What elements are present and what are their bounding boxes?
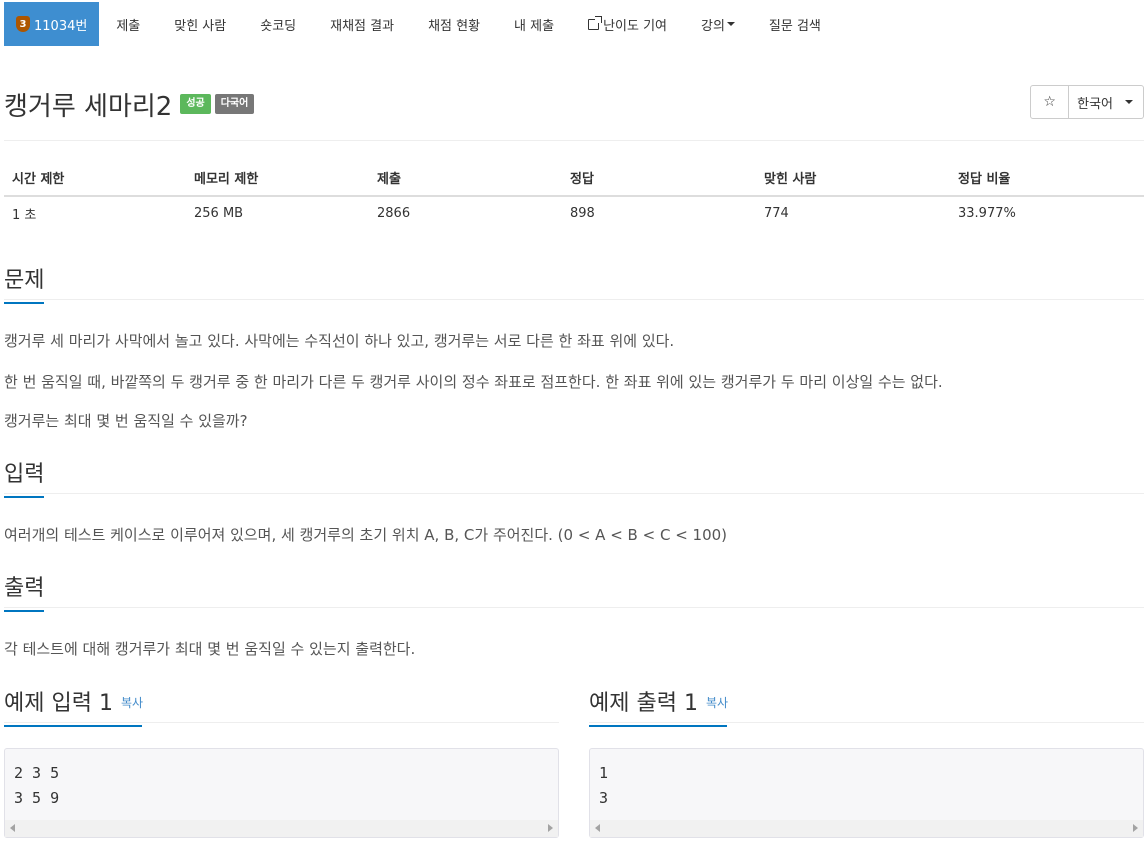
description-paragraph-1: 캥거루 세 마리가 사막에서 놀고 있다. 사막에는 수직선이 하나 있고, 캥… (4, 332, 675, 350)
table-row: 1 초 256 MB 2866 898 774 33.977% (4, 196, 1144, 230)
divider (4, 607, 1144, 608)
horizontal-scrollbar[interactable] (590, 820, 1143, 837)
heading-underline (4, 496, 44, 498)
caret-down-icon (726, 22, 735, 26)
solvers-value[interactable]: 774 (756, 196, 950, 230)
language-label: 한국어 (1077, 96, 1113, 112)
nav-solvers[interactable]: 맞힌 사람 (157, 2, 243, 46)
input-heading-text: 입력 (4, 462, 45, 487)
copy-output-button[interactable]: 복사 (706, 696, 728, 710)
header-ratio: 정답 비율 (950, 160, 1144, 197)
sample-output-heading: 예제 출력 1 복사 (589, 685, 728, 727)
divider (4, 493, 1144, 494)
star-icon: ☆ (1043, 94, 1056, 110)
header-submissions: 제출 (369, 160, 562, 197)
scroll-left-icon[interactable] (595, 824, 600, 832)
input-paragraph: 여러개의 테스트 케이스로 이루어져 있으며, 세 캥거루의 초기 위치 A, … (4, 526, 728, 544)
problem-info-table: 시간 제한 메모리 제한 제출 정답 맞힌 사람 정답 비율 1 초 256 M… (4, 160, 1144, 230)
nav-problem-label: 11034번 (34, 18, 88, 34)
nav-lecture-label: 강의 (701, 18, 725, 34)
divider (4, 722, 559, 723)
problem-nav: 3 11034번 제출 맞힌 사람 숏코딩 재채점 결과 채점 현황 내 제출 … (4, 2, 838, 46)
page-title: 캥거루 세마리2 (4, 91, 173, 122)
scroll-right-icon[interactable] (548, 824, 553, 832)
scroll-left-icon[interactable] (10, 824, 15, 832)
header-memory-limit: 메모리 제한 (186, 160, 369, 197)
star-button[interactable]: ☆ (1030, 85, 1070, 119)
title-actions: ☆ 한국어 (1030, 85, 1144, 119)
time-limit-value: 1 초 (12, 208, 37, 223)
nav-problem-tab[interactable]: 3 11034번 (4, 2, 100, 46)
divider (589, 722, 1144, 723)
ratio-value: 33.977% (958, 206, 1016, 221)
output-paragraph: 각 테스트에 대해 캥거루가 최대 몇 번 움직일 수 있는지 출력한다. (4, 640, 416, 658)
table-header-row: 시간 제한 메모리 제한 제출 정답 맞힌 사람 정답 비율 (4, 160, 1144, 197)
header-accepted: 정답 (562, 160, 756, 197)
header-time-limit: 시간 제한 (4, 160, 186, 197)
accepted-value: 898 (570, 206, 595, 221)
horizontal-scrollbar[interactable] (5, 820, 558, 837)
nav-rejudge[interactable]: 재채점 결과 (313, 2, 411, 46)
external-link-icon (588, 15, 603, 30)
sample-output-box[interactable]: 1 3 (589, 748, 1144, 838)
heading-underline (4, 725, 142, 727)
divider (4, 299, 1144, 300)
divider (4, 140, 1144, 141)
sample-output-heading-text: 예제 출력 1 (589, 691, 698, 716)
header-solvers: 맞힌 사람 (756, 160, 950, 197)
output-heading: 출력 (4, 570, 45, 612)
nav-status[interactable]: 채점 현황 (411, 2, 497, 46)
memory-limit-value: 256 MB (194, 206, 244, 221)
tier-badge-icon: 3 (16, 16, 30, 32)
nav-difficulty-label: 난이도 기여 (603, 18, 667, 34)
description-heading-text: 문제 (4, 268, 45, 293)
sample-input-box[interactable]: 2 3 5 3 5 9 (4, 748, 559, 838)
sample-input-heading-text: 예제 입력 1 (4, 691, 113, 716)
heading-underline (4, 302, 44, 304)
heading-underline (4, 610, 44, 612)
description-heading: 문제 (4, 262, 45, 304)
sample-output-text[interactable]: 1 3 (590, 749, 1143, 823)
nav-difficulty[interactable]: 난이도 기여 (571, 2, 684, 46)
heading-underline (589, 725, 727, 727)
status-badge-multilang: 다국어 (214, 94, 255, 114)
nav-lecture-dropdown[interactable]: 강의 (684, 2, 752, 46)
output-heading-text: 출력 (4, 576, 45, 601)
sample-input-text[interactable]: 2 3 5 3 5 9 (5, 749, 558, 823)
nav-question-search[interactable]: 질문 검색 (752, 2, 838, 46)
input-heading: 입력 (4, 456, 45, 498)
scroll-right-icon[interactable] (1133, 824, 1138, 832)
language-select[interactable]: 한국어 (1069, 85, 1144, 119)
nav-submit[interactable]: 제출 (99, 2, 157, 46)
title-row: 캥거루 세마리2 성공 다국어 ☆ 한국어 (4, 85, 1144, 122)
nav-my-submissions[interactable]: 내 제출 (497, 2, 571, 46)
sample-input-heading: 예제 입력 1 복사 (4, 685, 143, 727)
description-paragraph-3: 캥거루는 최대 몇 번 움직일 수 있을까? (4, 412, 248, 430)
caret-down-icon (1125, 100, 1133, 104)
nav-short-coding[interactable]: 숏코딩 (243, 2, 313, 46)
status-badge-success: 성공 (180, 94, 211, 114)
submissions-value[interactable]: 2866 (369, 196, 562, 230)
description-paragraph-2: 한 번 움직일 때, 바깥쪽의 두 캥거루 중 한 마리가 다른 두 캥거루 사… (4, 373, 943, 391)
copy-input-button[interactable]: 복사 (121, 696, 143, 710)
